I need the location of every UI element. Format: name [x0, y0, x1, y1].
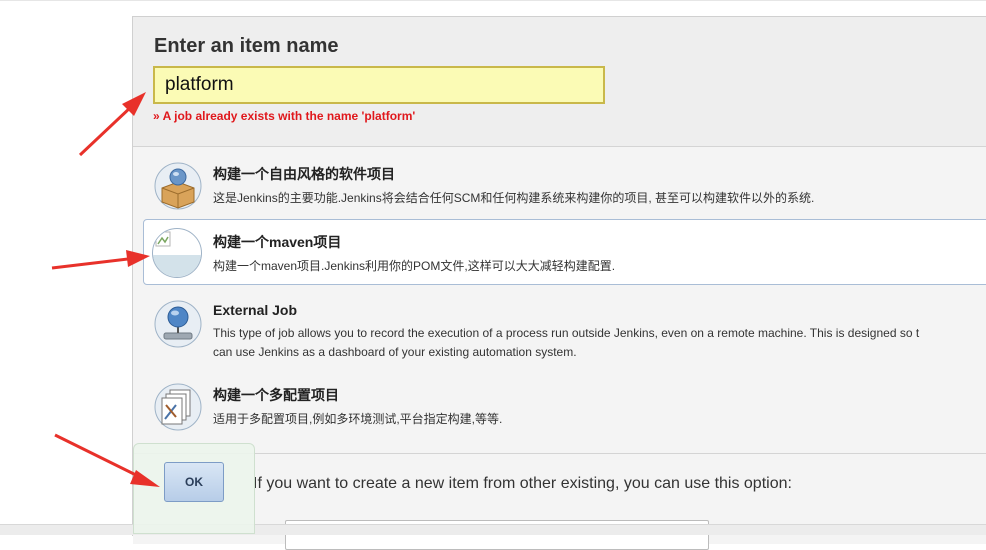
- monitor-globe-icon: [154, 300, 202, 348]
- broken-image-icon: [152, 228, 202, 278]
- job-type-multi-config[interactable]: 构建一个多配置项目 适用于多配置项目,例如多环境测试,平台指定构建,等等.: [143, 372, 986, 438]
- ok-button[interactable]: OK: [164, 462, 224, 502]
- job-type-external[interactable]: External Job This type of job allows you…: [143, 289, 986, 365]
- item-description: 适用于多配置项目,例如多环境测试,平台指定构建,等等.: [213, 412, 503, 426]
- item-name-section: Enter an item name » A job already exist…: [133, 17, 986, 147]
- freestyle-package-icon: [154, 162, 202, 210]
- item-title: 构建一个多配置项目: [213, 387, 339, 403]
- top-divider: [0, 0, 986, 1]
- item-description-line1: This type of job allows you to record th…: [213, 326, 920, 340]
- item-name-input[interactable]: [153, 66, 605, 104]
- item-title: 构建一个maven项目: [213, 234, 342, 250]
- item-description-line2: can use Jenkins as a dashboard of your e…: [213, 345, 577, 359]
- job-type-freestyle[interactable]: 构建一个自由风格的软件项目 这是Jenkins的主要功能.Jenkins将会结合…: [143, 151, 986, 217]
- item-title: External Job: [213, 302, 298, 318]
- item-description: 这是Jenkins的主要功能.Jenkins将会结合任何SCM和任何构建系统来构…: [213, 191, 815, 205]
- multi-config-icon: [154, 383, 202, 431]
- job-type-maven[interactable]: 构建一个maven项目 构建一个maven项目.Jenkins利用你的POM文件…: [143, 219, 986, 285]
- error-message: » A job already exists with the name 'pl…: [153, 109, 416, 123]
- copy-option-label: If you want to create a new item from ot…: [253, 475, 792, 492]
- item-description: 构建一个maven项目.Jenkins利用你的POM文件,这样可以大大减轻构建配…: [213, 259, 616, 273]
- new-item-panel: Enter an item name » A job already exist…: [132, 16, 986, 550]
- item-title: 构建一个自由风格的软件项目: [213, 166, 395, 182]
- page-title: Enter an item name: [154, 35, 339, 57]
